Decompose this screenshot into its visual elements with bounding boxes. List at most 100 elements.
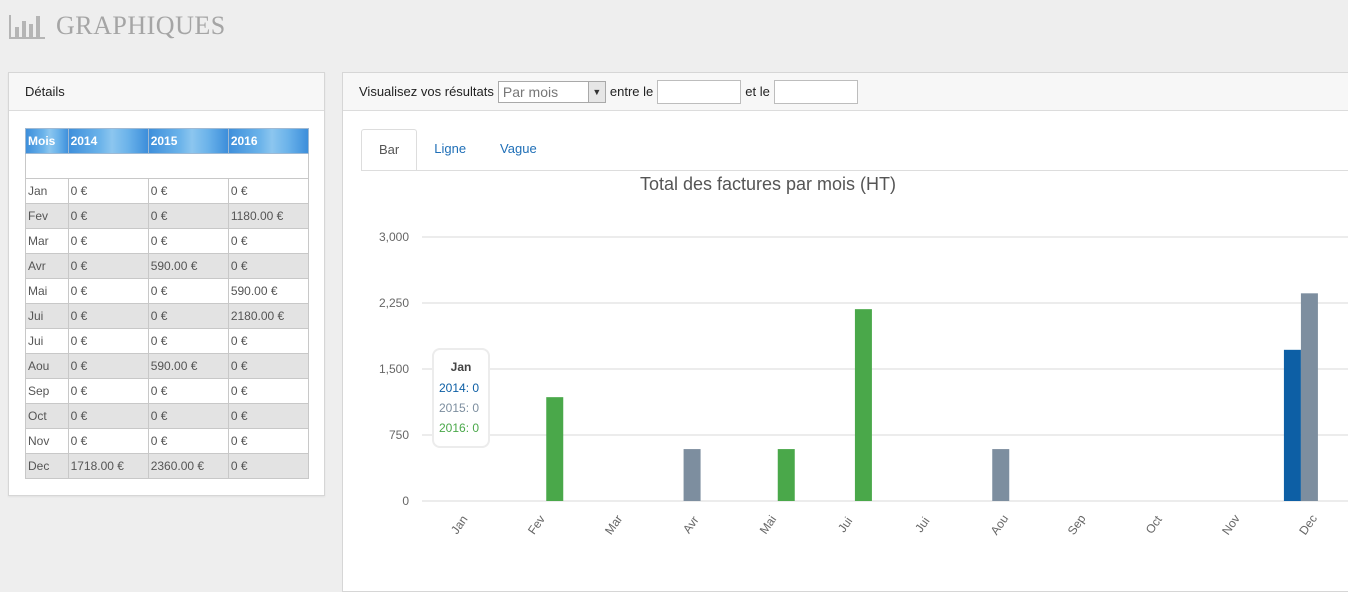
- col-header-month: Mois: [25, 128, 69, 154]
- table-row: Aou 0 €590.00 €0 €: [25, 353, 310, 379]
- x-tick-label: Jui: [912, 514, 932, 535]
- amount-cell: 0 €: [227, 353, 310, 379]
- amount-cell: 0 €: [227, 378, 310, 404]
- chart-title: Total des factures par mois (HT): [640, 174, 896, 194]
- month-cell: Dec: [25, 453, 69, 479]
- tooltip-title: Jan: [450, 360, 472, 374]
- x-tick-label: Avr: [680, 513, 702, 536]
- period-select[interactable]: Par mois ▼: [497, 80, 606, 103]
- chart-panel: Visualisez vos résultats Par mois ▼ entr…: [342, 72, 1348, 592]
- amount-cell: 0 €: [67, 253, 149, 279]
- y-tick-label: 2,250: [379, 296, 409, 310]
- month-cell: Fev: [25, 203, 69, 229]
- col-header-2014: 2014: [67, 128, 149, 154]
- x-tick-label: Aou: [988, 512, 1012, 538]
- tooltip-row-2015: 2015: 0: [439, 401, 480, 415]
- table-row: Mar 0 €0 €0 €: [25, 228, 310, 254]
- amount-cell: 0 €: [67, 353, 149, 379]
- table-row: Avr 0 €590.00 €0 €: [25, 253, 310, 279]
- details-panel: Détails Mois 2014 2015 2016 Jan 0 €0 €0 €…: [8, 72, 325, 496]
- table-row: Oct 0 €0 €0 €: [25, 403, 310, 429]
- table-row: Nov 0 €0 €0 €: [25, 428, 310, 454]
- bar-2015-dec[interactable]: [1300, 293, 1318, 501]
- page-header: GRAPHIQUES: [8, 8, 226, 44]
- y-tick-label: 0: [402, 494, 409, 508]
- tab-ligne[interactable]: Ligne: [417, 129, 483, 170]
- amount-cell: 0 €: [227, 228, 310, 254]
- details-spacer-row: [25, 153, 309, 179]
- table-row: Sep 0 €0 €0 €: [25, 378, 310, 404]
- col-header-2016: 2016: [227, 128, 310, 154]
- amount-cell: 0 €: [227, 428, 310, 454]
- results-label: Visualisez vos résultats: [359, 84, 494, 99]
- amount-cell: 590.00 €: [147, 353, 229, 379]
- filter-toolbar: Visualisez vos résultats Par mois ▼ entr…: [343, 73, 1348, 111]
- chevron-down-icon[interactable]: ▼: [587, 81, 605, 102]
- y-tick-label: 3,000: [379, 230, 409, 244]
- col-header-2015: 2015: [147, 128, 229, 154]
- amount-cell: 0 €: [147, 203, 229, 229]
- amount-cell: 0 €: [67, 203, 149, 229]
- table-row: Jan 0 €0 €0 €: [25, 178, 310, 204]
- amount-cell: 0 €: [67, 278, 149, 304]
- x-tick-label: Mai: [757, 513, 780, 537]
- tab-bar[interactable]: Bar: [361, 129, 418, 171]
- amount-cell: 2180.00 €: [227, 303, 310, 329]
- month-cell: Sep: [25, 378, 69, 404]
- table-row: Jui 0 €0 €0 €: [25, 328, 310, 354]
- amount-cell: 1718.00 €: [67, 453, 149, 479]
- bar-2015-avr[interactable]: [683, 449, 701, 501]
- x-tick-label: Nov: [1219, 512, 1243, 538]
- end-date-input[interactable]: [773, 79, 858, 104]
- amount-cell: 0 €: [67, 378, 149, 404]
- amount-cell: 0 €: [67, 303, 149, 329]
- details-spacer-cell: [25, 153, 309, 179]
- month-cell: Jui: [25, 328, 69, 354]
- start-date-input[interactable]: [657, 79, 742, 104]
- amount-cell: 0 €: [147, 228, 229, 254]
- tooltip-row-2016: 2016: 0: [439, 421, 480, 435]
- bar-2016-jui[interactable]: [854, 309, 872, 501]
- amount-cell: 0 €: [67, 178, 149, 204]
- chart-tabs: Bar Ligne Vague: [361, 129, 554, 171]
- month-cell: Jui: [25, 303, 69, 329]
- amount-cell: 0 €: [147, 278, 229, 304]
- x-tick-label: Jui: [835, 514, 855, 535]
- amount-cell: 0 €: [227, 453, 310, 479]
- table-row: Jui 0 €0 €2180.00 €: [25, 303, 310, 329]
- amount-cell: 0 €: [147, 178, 229, 204]
- amount-cell: 0 €: [67, 328, 149, 354]
- month-cell: Nov: [25, 428, 69, 454]
- x-tick-label: Sep: [1065, 512, 1089, 538]
- x-tick-label: Jan: [448, 513, 471, 537]
- chart-tooltip: Jan 2014: 0 2015: 0 2016: 0: [432, 348, 490, 448]
- amount-cell: 0 €: [67, 428, 149, 454]
- page-title: GRAPHIQUES: [56, 11, 226, 40]
- x-tick-label: Mar: [602, 512, 625, 537]
- month-cell: Aou: [25, 353, 69, 379]
- details-table: Mois 2014 2015 2016 Jan 0 €0 €0 € Fev 0 €0 …: [25, 128, 310, 479]
- tooltip-row-2014: 2014: 0: [439, 381, 480, 395]
- bar-2014-dec[interactable]: [1283, 349, 1301, 501]
- amount-cell: 0 €: [147, 428, 229, 454]
- invoice-bar-chart: Total des factures par mois (HT) 0 750 1,5…: [379, 174, 1348, 538]
- bar-2016-fev[interactable]: [546, 397, 564, 501]
- month-cell: Avr: [25, 253, 69, 279]
- period-select-value: Par mois: [502, 83, 559, 100]
- amount-cell: 0 €: [147, 378, 229, 404]
- amount-cell: 0 €: [147, 403, 229, 429]
- bar-2016-mai[interactable]: [777, 449, 795, 501]
- bar-2015-aou[interactable]: [992, 449, 1010, 501]
- amount-cell: 0 €: [227, 178, 310, 204]
- tab-vague[interactable]: Vague: [483, 129, 554, 170]
- amount-cell: 0 €: [67, 403, 149, 429]
- month-cell: Jan: [25, 178, 69, 204]
- y-tick-label: 1,500: [379, 362, 409, 376]
- y-tick-label: 750: [389, 428, 409, 442]
- x-tick-label: Dec: [1296, 512, 1320, 538]
- amount-cell: 2360.00 €: [147, 453, 229, 479]
- amount-cell: 0 €: [147, 328, 229, 354]
- details-panel-title: Détails: [9, 73, 324, 111]
- amount-cell: 0 €: [147, 303, 229, 329]
- between-label: entre le: [609, 84, 654, 99]
